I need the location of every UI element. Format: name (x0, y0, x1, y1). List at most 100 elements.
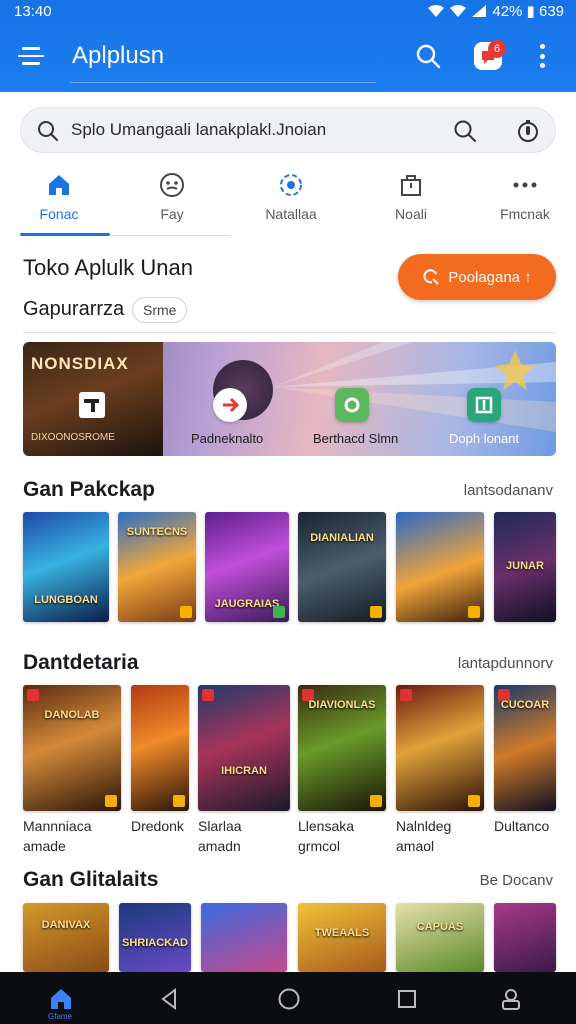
game-card-title: SUNTECNS (126, 526, 188, 538)
rank-badge (400, 689, 412, 701)
more-vert-icon[interactable] (536, 44, 548, 68)
game-card-title: JUNAR (506, 560, 544, 572)
game-name: Slarlaa (198, 818, 242, 834)
rating-badge (180, 606, 192, 618)
rating-badge (370, 606, 382, 618)
search-submit-icon[interactable] (453, 119, 477, 143)
game-name: Nalnldeg (396, 818, 452, 834)
section-see-more-link[interactable]: Be Docanv (480, 872, 553, 889)
game-card[interactable]: DANIVAX (23, 903, 109, 972)
tab-label: Natallaa (265, 206, 317, 222)
rating-badge (468, 606, 480, 618)
tab-label: Noali (395, 206, 427, 222)
filter-chip[interactable]: Srme (132, 297, 188, 323)
nav-home-label: Gfame (48, 1012, 73, 1021)
back-icon[interactable] (156, 986, 182, 1012)
banner-star-icon (495, 350, 535, 390)
game-name: Dredonk (131, 818, 184, 834)
section-see-more-link[interactable]: lantsodananv (464, 482, 553, 499)
search-icon (423, 269, 440, 285)
store-subtitle: Gapurarrza (23, 298, 125, 320)
section-title: Gan Pakckap (23, 478, 155, 501)
search-bar[interactable]: Splo Umangaali lanakplakl.Jnoian (20, 107, 556, 153)
gamepad-icon (157, 170, 187, 200)
menu-icon[interactable] (18, 40, 50, 72)
apps-icon (276, 170, 306, 200)
game-card[interactable]: LUNGBOAN (23, 512, 109, 622)
tab-label: Fay (160, 206, 184, 222)
cta-button[interactable]: Poolagana ↑ (398, 254, 556, 300)
search-icon (38, 121, 58, 141)
game-card[interactable] (396, 512, 484, 622)
profile-icon[interactable] (498, 986, 524, 1012)
game-card[interactable]: CUCOAR (494, 685, 556, 811)
game-card-title: DANIVAX (41, 919, 91, 931)
game-card[interactable]: JUNAR (494, 512, 556, 622)
tab-divider (110, 235, 230, 236)
app-title-underline (70, 82, 376, 83)
game-card[interactable]: TWEAALS (298, 903, 386, 972)
game-developer: amadn (198, 838, 241, 854)
rank-badge (202, 689, 214, 701)
game-card-title: DIAVIONLAS (308, 699, 376, 711)
top-app-bar: 13:40 42% ▮ 639 Aplplusn 6 (0, 0, 576, 92)
store-title: Toko Aplulk Unan (23, 255, 193, 280)
game-name: Dultanco (494, 818, 550, 834)
voice-icon[interactable] (515, 118, 541, 144)
divider (23, 332, 556, 333)
search-input[interactable]: Splo Umangaali lanakplakl.Jnoian (71, 120, 326, 140)
game-card[interactable]: DANOLAB (23, 685, 121, 811)
search-icon[interactable] (412, 40, 444, 72)
recents-icon[interactable] (394, 986, 420, 1012)
game-card-title: IHICRAN (221, 765, 267, 777)
tab-home[interactable]: Fonac (4, 170, 114, 232)
game-card[interactable]: SUNTECNS (118, 512, 196, 622)
rank-badge (27, 689, 39, 701)
game-card[interactable]: JAUGRAIAS (205, 512, 289, 622)
banner-app-icon-3[interactable] (467, 388, 501, 422)
game-card-title: TWEAALS (314, 927, 370, 939)
game-card[interactable]: IHICRAN (198, 685, 290, 811)
status-icons: 42% ▮ 639 (428, 2, 564, 20)
featured-banner[interactable]: NONSDIAX DIXOONOSROME Padneknalto Bertha… (23, 342, 556, 456)
game-card-title: SHRIACKAD (122, 937, 188, 949)
banner-app-icon-2[interactable] (335, 388, 369, 422)
game-card[interactable] (494, 903, 556, 972)
game-card[interactable]: CAPUAS (396, 903, 484, 972)
game-card[interactable] (396, 685, 484, 811)
more-horiz-icon (510, 170, 540, 200)
section-title: Gan Glitalaits (23, 868, 159, 891)
tab-natallaa[interactable]: Natallaa (236, 170, 346, 232)
tab-play[interactable]: Fay (117, 170, 227, 232)
game-card[interactable]: DIAVIONLAS (298, 685, 386, 811)
game-card[interactable] (201, 903, 287, 972)
home-circle-icon[interactable] (276, 986, 302, 1012)
game-name: Mannniaca (23, 818, 92, 834)
app-title: Aplplusn (72, 42, 165, 69)
section-see-more-link[interactable]: lantapdunnorv (458, 655, 553, 672)
game-card-title: DIANIALIAN (310, 532, 374, 544)
rating-badge (173, 795, 185, 807)
game-name: Llensaka (298, 818, 355, 834)
home-icon (44, 170, 74, 200)
tab-more[interactable]: Fmcnak (470, 170, 576, 232)
banner-game-art[interactable]: NONSDIAX DIXOONOSROME (23, 342, 163, 456)
game-card[interactable] (131, 685, 189, 811)
wifi-icon-2 (450, 5, 467, 17)
home-icon[interactable] (48, 986, 74, 1012)
banner-item-label: Padneknalto (191, 431, 264, 446)
tab-label: Fmcnak (500, 206, 550, 222)
tab-noali[interactable]: Noali (356, 170, 466, 232)
game-developer: grmcol (298, 838, 341, 854)
rating-badge (468, 795, 480, 807)
banner-item-label: Doph lonant (449, 431, 520, 446)
game-card[interactable]: SHRIACKAD (119, 903, 191, 972)
banner-mini-icon (79, 392, 105, 418)
active-tab-indicator (20, 233, 110, 236)
system-nav-bar: Gfame (0, 972, 576, 1024)
game-card[interactable]: DIANIALIAN (298, 512, 386, 622)
rating-badge (105, 795, 117, 807)
game-card-title: LUNGBOAN (34, 594, 98, 606)
banner-app-icon-1[interactable] (213, 388, 247, 422)
banner-game-logo: NONSDIAX (31, 354, 129, 373)
